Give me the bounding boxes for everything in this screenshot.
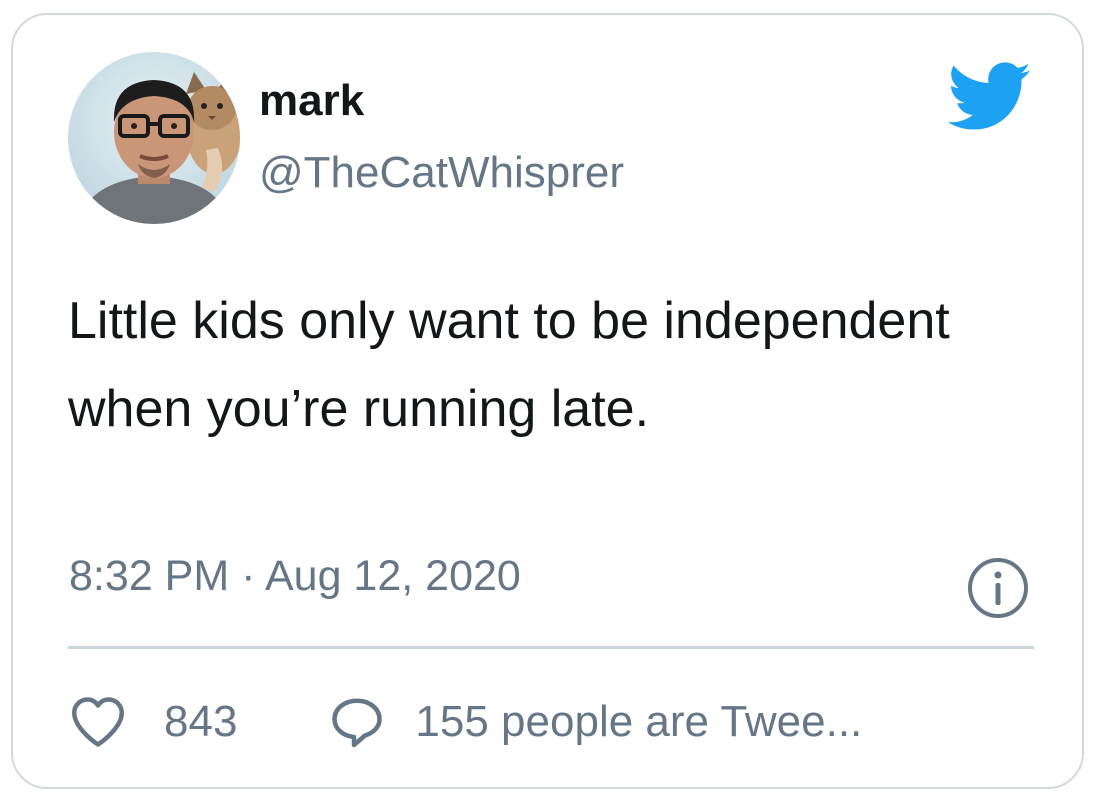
conversation-link[interactable]: 155 people are Twee... <box>327 692 862 752</box>
engagement-bar: 843 155 people are Twee... <box>68 687 862 757</box>
author-name[interactable]: mark <box>259 79 364 123</box>
tweet-timestamp[interactable]: 8:32 PM · Aug 12, 2020 <box>69 555 521 598</box>
divider <box>68 646 1034 649</box>
avatar-image <box>68 52 240 224</box>
like-button[interactable]: 843 <box>68 692 237 752</box>
heart-icon <box>72 697 124 747</box>
like-count: 843 <box>164 697 238 746</box>
author-avatar[interactable] <box>68 52 240 224</box>
conversation-count: 155 people are Twee... <box>415 697 863 746</box>
tweet-card[interactable]: mark @TheCatWhisprer Little kids only wa… <box>11 13 1084 789</box>
info-icon[interactable] <box>966 556 1030 620</box>
author-handle[interactable]: @TheCatWhisprer <box>259 151 624 195</box>
tweet-text: Little kids only want to be independent … <box>68 292 950 438</box>
twitter-bird-icon[interactable] <box>948 62 1032 132</box>
speech-bubble-icon <box>332 698 383 748</box>
